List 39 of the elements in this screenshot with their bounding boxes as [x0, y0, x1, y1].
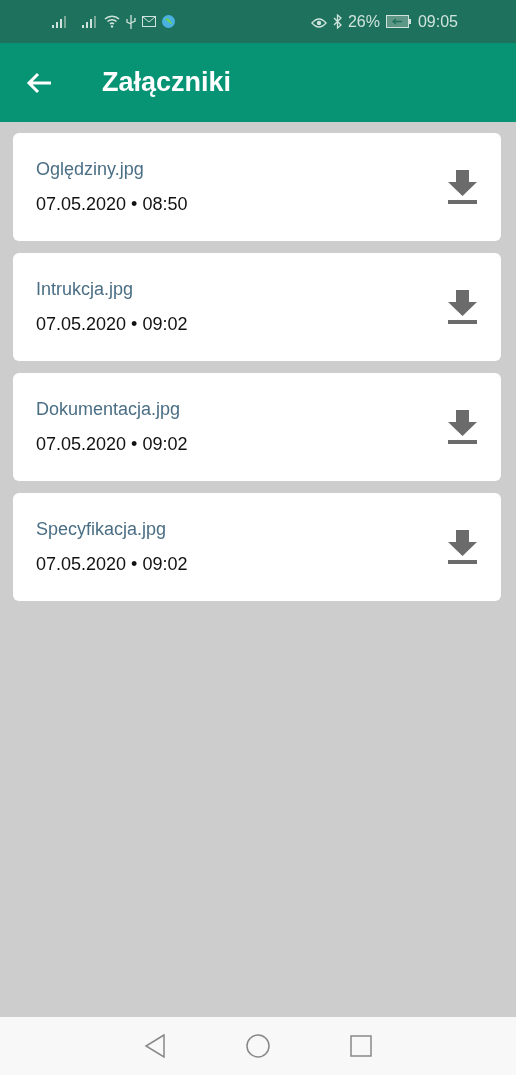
file-date: 07.05.2020 • 09:02 [36, 434, 189, 455]
download-icon [448, 290, 477, 324]
battery-percent: 26% [347, 12, 380, 31]
home-button[interactable] [246, 1034, 270, 1058]
wifi-icon [104, 15, 120, 28]
file-name: Dokumentacja.jpg [36, 399, 182, 420]
download-icon [448, 530, 477, 564]
download-button[interactable] [448, 410, 477, 444]
back-nav-button[interactable] [144, 1034, 166, 1058]
home-circle-icon [246, 1034, 270, 1058]
back-triangle-icon [144, 1034, 166, 1058]
file-date: 07.05.2020 • 09:02 [36, 314, 189, 335]
file-date: 07.05.2020 • 09:02 [36, 554, 189, 575]
file-name: Specyfikacja.jpg [36, 519, 168, 540]
clock: 09:05 [417, 12, 458, 31]
usb-icon [126, 14, 136, 29]
attachment-card[interactable]: Intrukcja.jpg 07.05.2020 • 09:02 [13, 253, 501, 361]
eye-icon [310, 15, 327, 28]
back-arrow-icon [26, 71, 52, 94]
mail-icon [142, 16, 156, 27]
attachment-card[interactable]: Dokumentacja.jpg 07.05.2020 • 09:02 [13, 373, 501, 481]
attachment-card[interactable]: Specyfikacja.jpg 07.05.2020 • 09:02 [13, 493, 501, 601]
back-button[interactable] [26, 71, 52, 94]
download-button[interactable] [448, 170, 477, 204]
signal-icon [52, 15, 68, 28]
file-date: 07.05.2020 • 08:50 [36, 194, 189, 215]
attachment-card[interactable]: Oględziny.jpg 07.05.2020 • 08:50 [13, 133, 501, 241]
screen-title: Załączniki [102, 67, 232, 98]
signal-icon [82, 15, 98, 28]
file-name: Intrukcja.jpg [36, 279, 135, 300]
file-name: Oględziny.jpg [36, 159, 145, 180]
globe-icon [162, 15, 175, 28]
battery-icon [385, 15, 412, 28]
download-icon [448, 410, 477, 444]
recents-square-icon [350, 1035, 372, 1057]
download-button[interactable] [448, 290, 477, 324]
download-button[interactable] [448, 530, 477, 564]
bluetooth-icon [332, 14, 342, 29]
download-icon [448, 170, 477, 204]
